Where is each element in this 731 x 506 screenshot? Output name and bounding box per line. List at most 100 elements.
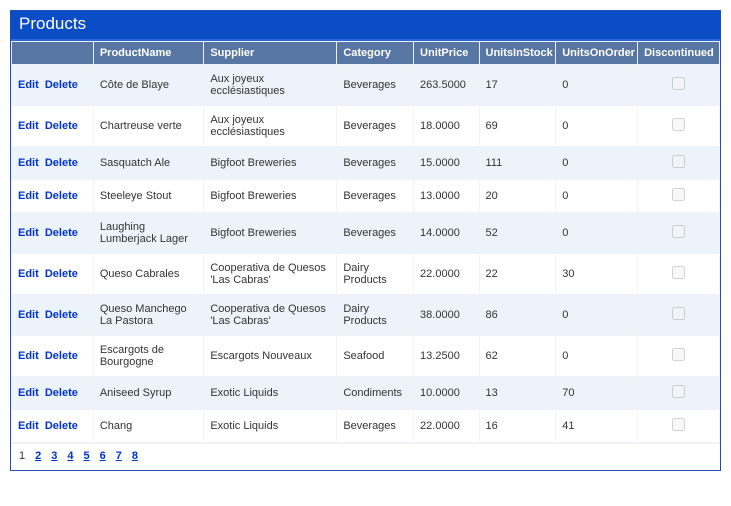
cell-supplier: Exotic Liquids — [204, 410, 337, 443]
delete-link[interactable]: Delete — [45, 387, 78, 399]
products-table: ProductName Supplier Category UnitPrice … — [11, 41, 720, 443]
edit-link[interactable]: Edit — [18, 79, 39, 91]
edit-link[interactable]: Edit — [18, 420, 39, 432]
pager-link[interactable]: 6 — [100, 450, 106, 462]
table-row: Edit Delete Côte de BlayeAux joyeux ecclé… — [12, 65, 720, 106]
cell-stock: 111 — [479, 147, 556, 180]
cell-supplier: Aux joyeux ecclésiastiques — [204, 65, 337, 106]
cell-price: 22.0000 — [414, 254, 479, 295]
cell-order: 0 — [556, 106, 638, 147]
edit-link[interactable]: Edit — [18, 190, 39, 202]
cell-product: Laughing Lumberjack Lager — [93, 213, 203, 254]
cell-stock: 22 — [479, 254, 556, 295]
table-row: Edit DeleteQueso CabralesCooperativa de … — [12, 254, 720, 295]
pager-current: 1 — [19, 450, 25, 462]
cell-price: 38.0000 — [414, 295, 479, 336]
cell-category: Beverages — [337, 213, 414, 254]
cell-discontinued — [638, 295, 720, 336]
discontinued-checkbox — [672, 418, 685, 431]
pager-link[interactable]: 7 — [116, 450, 122, 462]
cell-order: 41 — [556, 410, 638, 443]
delete-link[interactable]: Delete — [45, 157, 78, 169]
table-row: Edit DeleteChartreuse verteAux joyeux ec… — [12, 106, 720, 147]
row-actions-cell: Edit Delete — [12, 180, 94, 213]
row-actions-cell: Edit Delete — [12, 410, 94, 443]
cell-product: Aniseed Syrup — [93, 377, 203, 410]
table-row: Edit DeleteSteeleye StoutBigfoot Breweri… — [12, 180, 720, 213]
delete-link[interactable]: Delete — [45, 190, 78, 202]
pager-link[interactable]: 4 — [67, 450, 73, 462]
cell-category: Dairy Products — [337, 295, 414, 336]
edit-link[interactable]: Edit — [18, 157, 39, 169]
cell-stock: 62 — [479, 336, 556, 377]
cell-supplier: Cooperativa de Quesos 'Las Cabras' — [204, 254, 337, 295]
cell-order: 0 — [556, 213, 638, 254]
cell-category: Seafood — [337, 336, 414, 377]
cell-discontinued — [638, 377, 720, 410]
cell-discontinued — [638, 180, 720, 213]
cell-discontinued — [638, 65, 720, 106]
pager-link[interactable]: 8 — [132, 450, 138, 462]
pager-link[interactable]: 3 — [51, 450, 57, 462]
cell-category: Beverages — [337, 65, 414, 106]
cell-discontinued — [638, 410, 720, 443]
delete-link[interactable]: Delete — [45, 268, 78, 280]
row-actions-cell: Edit Delete — [12, 213, 94, 254]
cell-stock: 52 — [479, 213, 556, 254]
discontinued-checkbox — [672, 118, 685, 131]
grid-title: Products — [11, 11, 720, 41]
cell-product: Chang — [93, 410, 203, 443]
cell-price: 15.0000 — [414, 147, 479, 180]
header-product[interactable]: ProductName — [93, 42, 203, 65]
cell-order: 0 — [556, 336, 638, 377]
cell-stock: 69 — [479, 106, 556, 147]
delete-link[interactable]: Delete — [45, 120, 78, 132]
cell-product: Escargots de Bourgogne — [93, 336, 203, 377]
edit-link[interactable]: Edit — [18, 309, 39, 321]
table-row: Edit DeleteAniseed SyrupExotic LiquidsCo… — [12, 377, 720, 410]
cell-stock: 17 — [479, 65, 556, 106]
cell-discontinued — [638, 254, 720, 295]
edit-link[interactable]: Edit — [18, 227, 39, 239]
table-row: Edit DeleteChangExotic LiquidsBeverages2… — [12, 410, 720, 443]
header-supplier[interactable]: Supplier — [204, 42, 337, 65]
table-row: Edit DeleteSasquatch AleBigfoot Brewerie… — [12, 147, 720, 180]
cell-product: Côte de Blaye — [93, 65, 203, 106]
row-actions-cell: Edit Delete — [12, 295, 94, 336]
delete-link[interactable]: Delete — [45, 79, 78, 91]
cell-category: Beverages — [337, 180, 414, 213]
header-order[interactable]: UnitsOnOrder — [556, 42, 638, 65]
cell-price: 18.0000 — [414, 106, 479, 147]
pager-link[interactable]: 5 — [84, 450, 90, 462]
row-actions-cell: Edit Delete — [12, 106, 94, 147]
cell-supplier: Bigfoot Breweries — [204, 180, 337, 213]
edit-link[interactable]: Edit — [18, 350, 39, 362]
edit-link[interactable]: Edit — [18, 387, 39, 399]
cell-price: 13.2500 — [414, 336, 479, 377]
cell-order: 30 — [556, 254, 638, 295]
delete-link[interactable]: Delete — [45, 227, 78, 239]
edit-link[interactable]: Edit — [18, 120, 39, 132]
header-discontinued[interactable]: Discontinued — [638, 42, 720, 65]
discontinued-checkbox — [672, 307, 685, 320]
cell-price: 22.0000 — [414, 410, 479, 443]
cell-category: Dairy Products — [337, 254, 414, 295]
cell-order: 0 — [556, 295, 638, 336]
delete-link[interactable]: Delete — [45, 420, 78, 432]
header-stock[interactable]: UnitsInStock — [479, 42, 556, 65]
cell-product: Queso Manchego La Pastora — [93, 295, 203, 336]
discontinued-checkbox — [672, 77, 685, 90]
cell-supplier: Bigfoot Breweries — [204, 213, 337, 254]
cell-category: Condiments — [337, 377, 414, 410]
edit-link[interactable]: Edit — [18, 268, 39, 280]
header-category[interactable]: Category — [337, 42, 414, 65]
delete-link[interactable]: Delete — [45, 309, 78, 321]
table-row: Edit DeleteQueso Manchego La PastoraCoop… — [12, 295, 720, 336]
discontinued-checkbox — [672, 155, 685, 168]
header-row: ProductName Supplier Category UnitPrice … — [12, 42, 720, 65]
pager-link[interactable]: 2 — [35, 450, 41, 462]
cell-price: 263.5000 — [414, 65, 479, 106]
delete-link[interactable]: Delete — [45, 350, 78, 362]
cell-price: 14.0000 — [414, 213, 479, 254]
header-price[interactable]: UnitPrice — [414, 42, 479, 65]
